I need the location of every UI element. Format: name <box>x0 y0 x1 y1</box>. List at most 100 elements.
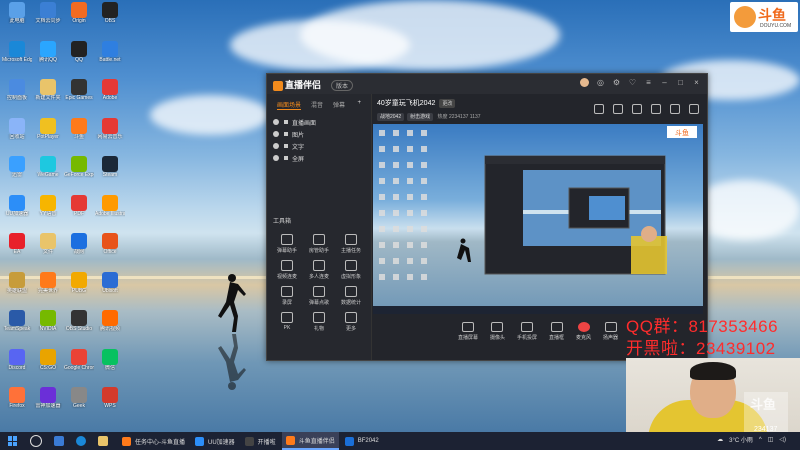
desktop-icon[interactable]: PDF <box>64 194 94 229</box>
live-frame-button[interactable]: 直播框 <box>549 318 564 358</box>
desktop-icon[interactable]: WPS <box>95 387 125 421</box>
network-icon[interactable]: ◫ <box>768 436 774 443</box>
desktop-icon[interactable]: Microsoft Edge <box>2 40 32 75</box>
file-explorer-icon[interactable] <box>98 436 108 446</box>
lock-icon[interactable] <box>284 144 288 148</box>
desktop-icon[interactable]: Discord <box>2 348 32 383</box>
desktop-icon[interactable]: YY语音 <box>33 194 63 229</box>
weather-text[interactable]: 3°C 小雨 <box>729 435 753 444</box>
fullscreen-icon[interactable] <box>651 104 661 114</box>
screen-capture-button[interactable]: 直播屏幕 <box>458 318 478 358</box>
desktop-icon[interactable]: Adobe <box>95 79 125 113</box>
desktop-icon[interactable]: Geek <box>64 387 94 421</box>
desktop-icon[interactable]: OBS Studio <box>64 310 94 344</box>
taskbar-app[interactable]: 任务中心-斗鱼直播 <box>118 432 189 450</box>
edge-icon[interactable] <box>76 436 86 446</box>
toolbox-item[interactable]: 虚拟形象 <box>335 260 367 280</box>
lock-icon[interactable] <box>284 132 288 136</box>
menu-icon[interactable]: ≡ <box>644 78 653 87</box>
layer-item[interactable]: 直播画面 <box>267 116 371 128</box>
minimize-icon[interactable]: – <box>660 78 669 87</box>
task-view-icon[interactable] <box>54 436 64 446</box>
camera-button[interactable]: 摄像头 <box>490 318 505 358</box>
desktop-icon[interactable]: Steam <box>95 156 125 190</box>
desktop-icon[interactable]: NVIDIA <box>33 310 63 344</box>
desktop-icon[interactable]: QQ <box>64 40 94 75</box>
desktop-icon[interactable]: TeamSpeak <box>2 310 32 344</box>
desktop-icon[interactable]: 此电脑 <box>2 2 32 36</box>
desktop-icon[interactable]: Ubisoft <box>95 271 125 306</box>
chevron-up-icon[interactable]: ^ <box>759 437 762 443</box>
toolbox-item[interactable]: 数据统计 <box>335 286 367 306</box>
skin-icon[interactable]: ♡ <box>628 78 637 87</box>
toolbox-item[interactable]: 录屏 <box>271 286 303 306</box>
toolbox-item[interactable]: 礼物 <box>303 312 335 332</box>
desktop-icon[interactable]: 战网 <box>64 233 94 267</box>
desktop-icon[interactable]: GeForce Experience <box>64 156 94 190</box>
desktop-icon[interactable]: 控制面板 <box>2 79 32 113</box>
toolbox-item[interactable]: 多人连麦 <box>303 260 335 280</box>
desktop-icon[interactable]: 微信 <box>95 348 125 383</box>
tab-scenes[interactable]: 画面场景 <box>277 100 302 110</box>
lock-icon[interactable] <box>613 104 623 114</box>
eye-icon[interactable] <box>273 131 279 137</box>
settings-icon[interactable]: ⚙ <box>612 78 621 87</box>
layer-item[interactable]: 图片 <box>267 128 371 140</box>
layer-item[interactable]: 文字 <box>267 140 371 152</box>
volume-icon[interactable]: ◁) <box>779 436 786 443</box>
desktop-icon[interactable]: WeGame <box>33 156 63 190</box>
close-icon[interactable]: × <box>692 78 701 87</box>
desktop-icon[interactable]: Battle.net <box>95 40 125 75</box>
lock-icon[interactable] <box>284 156 288 160</box>
windows-start-icon[interactable] <box>8 436 18 446</box>
eye-icon[interactable] <box>273 119 279 125</box>
layout-icon[interactable] <box>632 104 642 114</box>
toolbox-item[interactable]: 弹幕助手 <box>271 234 303 254</box>
toolbox-item[interactable]: 弹幕点歌 <box>303 286 335 306</box>
tab-mixer[interactable]: 混音 <box>311 100 323 110</box>
desktop-icon[interactable]: UU加速器 <box>2 194 32 229</box>
desktop-icon[interactable]: 腾讯QQ <box>33 40 63 75</box>
taskbar-app[interactable]: UU加速器 <box>191 432 239 450</box>
desktop-icon[interactable]: 回收站 <box>2 117 32 152</box>
lock-icon[interactable] <box>284 120 288 124</box>
maximize-icon[interactable]: □ <box>676 78 685 87</box>
desktop-icon[interactable]: OBS <box>95 2 125 36</box>
desktop-icon[interactable]: PUBG <box>64 271 94 306</box>
edit-title-button[interactable]: 更改 <box>439 99 456 108</box>
weather-icon[interactable]: ☁ <box>717 436 723 443</box>
layer-item[interactable]: 全屏 <box>267 152 371 164</box>
desktop-icon[interactable]: Google Chrome <box>64 348 94 383</box>
tab-danmu[interactable]: 弹幕 <box>333 100 345 110</box>
toolbox-item[interactable]: 主播任务 <box>335 234 367 254</box>
desktop-icon[interactable]: Epic Games <box>64 79 94 113</box>
desktop-icon[interactable]: 网易云音乐 <box>95 117 125 152</box>
desktop-icon[interactable]: Office <box>95 233 125 267</box>
eye-icon[interactable] <box>273 143 279 149</box>
search-icon[interactable] <box>30 435 42 447</box>
eye-icon[interactable] <box>273 155 279 161</box>
desktop-icon[interactable]: 迅雷 <box>2 156 32 190</box>
desktop-icon[interactable]: Adobe Illustrator <box>95 194 125 229</box>
category-tag[interactable]: 战地2042 <box>377 113 405 121</box>
record-icon[interactable] <box>594 104 604 114</box>
desktop-icon[interactable]: 英雄联盟 <box>2 271 32 306</box>
taskbar-app[interactable]: 开播啦 <box>241 432 280 450</box>
toolbox-item[interactable]: 视频连麦 <box>271 260 303 280</box>
desktop-icon[interactable]: Origin <box>64 2 94 36</box>
version-badge[interactable]: 版本 <box>331 80 354 91</box>
desktop-icon[interactable]: 新建文件夹 <box>33 79 63 113</box>
desktop-icon[interactable]: CS:GO <box>33 348 63 383</box>
bell-icon[interactable] <box>670 104 680 114</box>
desktop-icon[interactable]: PotPlayer <box>33 117 63 152</box>
desktop-icon[interactable]: 雷神加速器 <box>33 387 63 421</box>
share-icon[interactable] <box>689 104 699 114</box>
toolbox-item[interactable]: PK <box>271 312 303 332</box>
add-scene-icon[interactable]: + <box>357 100 361 110</box>
desktop-icon[interactable]: 完美世界 <box>33 271 63 306</box>
taskbar-app[interactable]: BF2042 <box>341 432 383 450</box>
desktop-icon[interactable]: 文档云同步 <box>33 2 63 36</box>
phone-cast-button[interactable]: 手机投屏 <box>517 318 537 358</box>
taskbar-app[interactable]: 斗鱼直播伴侣 <box>281 432 339 450</box>
speaker-button[interactable]: 扬声器 <box>603 318 618 358</box>
